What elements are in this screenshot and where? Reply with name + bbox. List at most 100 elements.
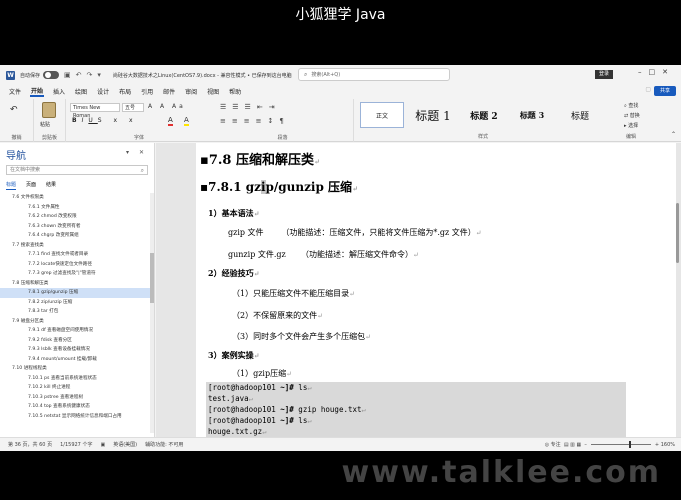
- document-scrollbar[interactable]: [676, 203, 679, 263]
- tab-mailings[interactable]: 邮件: [162, 87, 176, 96]
- view-mode-icons[interactable]: ▤ ▥ ▦: [564, 442, 581, 448]
- tab-file[interactable]: 文件: [8, 87, 22, 96]
- nav-heading-item[interactable]: 7.10.2 kill 终止进程: [0, 383, 150, 393]
- nav-heading-item[interactable]: 7.10.4 top 查看系统健康状态: [0, 402, 150, 412]
- nav-tab-pages[interactable]: 页面: [26, 181, 36, 190]
- nav-heading-item[interactable]: 7.8.3 tar 打包: [0, 307, 150, 317]
- format-buttons[interactable]: BIUS x x: [72, 117, 138, 124]
- nav-heading-item[interactable]: 7.10.1 ps 查看当前系统进程状态: [0, 374, 150, 384]
- nav-heading-item[interactable]: 7.6.3 chown 改变所有者: [0, 222, 150, 232]
- font-grow-shrink-icon[interactable]: A A Aa: [148, 103, 186, 110]
- tab-help[interactable]: 帮助: [228, 87, 242, 96]
- nav-heading-item[interactable]: 7.7.2 locate快速定位文件路径: [0, 260, 150, 270]
- nav-heading-item[interactable]: 7.7.1 find 查找文件或者目录: [0, 250, 150, 260]
- font-size-select[interactable]: 五号: [122, 103, 144, 112]
- tab-layout[interactable]: 布局: [118, 87, 132, 96]
- nav-heading-item[interactable]: 7.6.2 chmod 改变权限: [0, 212, 150, 222]
- tab-draw[interactable]: 绘图: [74, 87, 88, 96]
- nav-heading-item[interactable]: 7.8.2 zip/unzip 压缩: [0, 298, 150, 308]
- proofing-icon[interactable]: ▣: [100, 442, 105, 448]
- nav-scrollbar[interactable]: [150, 193, 154, 433]
- nav-heading-item[interactable]: 7.6.1 文件属性: [0, 203, 150, 213]
- font-name-select[interactable]: Times New Roman: [70, 103, 120, 119]
- nav-heading-item[interactable]: 7.8.1 gzip/gunzip 压缩: [0, 288, 150, 298]
- nav-tab-headings[interactable]: 标题: [6, 181, 17, 190]
- paragraph-mark: ↵: [262, 428, 267, 436]
- zoom-slider[interactable]: [590, 441, 651, 448]
- nav-heading-item[interactable]: 7.9.1 df 查看磁盘空间使用情况: [0, 326, 150, 336]
- navigation-pane: 导航 ▾ ✕ 在文档中搜索 ⌕ 标题 页面 结果 7.6 文件权限类 7.6.1 …: [0, 143, 155, 437]
- nav-heading-item[interactable]: 7.10.5 netstat 显示网络统计信息和端口占用: [0, 412, 150, 422]
- zoom-in-icon[interactable]: +: [655, 442, 659, 448]
- align-buttons[interactable]: ≡≡≡≡↕¶: [220, 117, 290, 125]
- heading-7-8-1[interactable]: ▪7.8.1 gzip/gunzip 压缩↵: [200, 178, 358, 195]
- nav-heading-item[interactable]: 7.7.3 grep 过滤查找及"|"管道符: [0, 269, 150, 279]
- redo-icon[interactable]: ↷: [87, 71, 93, 79]
- nav-heading-item[interactable]: 7.10 进程线程类: [0, 364, 150, 374]
- zoom-level[interactable]: 160%: [661, 442, 675, 448]
- style-heading-1-label: 标题 1: [415, 108, 451, 123]
- comments-icon[interactable]: ▢: [645, 86, 651, 93]
- style-heading-3[interactable]: 标题 3: [510, 102, 554, 128]
- nav-heading-item[interactable]: 7.9.3 lsblk 查看设备挂载情况: [0, 345, 150, 355]
- login-button[interactable]: 登录: [595, 70, 613, 79]
- nav-search-input[interactable]: 在文档中搜索 ⌕: [6, 165, 148, 175]
- video-frame: 小狐狸学 Java W 自动保存 ▣ ↶ ↷ ▾ 尚硅谷大数据技术之Linux(…: [0, 0, 681, 500]
- nav-heading-item[interactable]: 7.6.4 chgrp 改变所属组: [0, 231, 150, 241]
- zoom-out-icon[interactable]: –: [584, 442, 587, 448]
- style-heading-2[interactable]: 标题 2: [462, 102, 506, 128]
- window-controls[interactable]: –□✕: [638, 68, 675, 76]
- tab-references[interactable]: 引用: [140, 87, 154, 96]
- tab-view[interactable]: 视图: [206, 87, 220, 96]
- style-title-label: 标题: [570, 111, 589, 122]
- heading-7-8[interactable]: ▪7.8 压缩和解压类↵: [200, 149, 320, 168]
- nav-heading-item[interactable]: 7.9.4 mount/umount 挂载/卸载: [0, 355, 150, 365]
- paragraph-mark: ↵: [307, 384, 312, 392]
- list-buttons[interactable]: ☰☰☰⇤⇥: [220, 103, 281, 111]
- styles-gallery: 正文 标题 1 标题 2 标题 3 标题: [358, 99, 608, 133]
- video-title: 小狐狸学 Java: [295, 7, 386, 23]
- customize-qat-icon[interactable]: ▾: [97, 71, 101, 79]
- tab-review[interactable]: 审阅: [184, 87, 198, 96]
- highlight-icon[interactable]: A: [184, 117, 189, 126]
- code-symbol: ~]#: [280, 383, 294, 392]
- focus-icon[interactable]: ◎: [545, 442, 549, 448]
- select-label: 选择: [628, 123, 639, 129]
- undo-icon[interactable]: ↶: [76, 71, 82, 79]
- select-button[interactable]: ▸ 选择: [624, 121, 640, 131]
- tab-design[interactable]: 设计: [96, 87, 110, 96]
- status-words[interactable]: 1/15927 个字: [60, 441, 92, 448]
- document-title: 尚硅谷大数据技术之Linux(CentOS7.9).docx - 兼容性模式 •…: [112, 72, 292, 79]
- status-accessibility[interactable]: 辅助功能: 不可用: [145, 441, 183, 448]
- style-heading-1[interactable]: 标题 1: [408, 102, 458, 128]
- share-button[interactable]: 共享: [654, 86, 676, 96]
- search-icon[interactable]: ⌕: [141, 166, 144, 175]
- replace-button[interactable]: ⇄ 替换: [624, 111, 640, 121]
- font-color-icon[interactable]: A: [168, 117, 173, 126]
- collapse-ribbon-icon[interactable]: ⌃: [671, 131, 676, 138]
- style-title[interactable]: 标题: [558, 102, 602, 128]
- search-input[interactable]: ⌕ 搜索(Alt+Q): [298, 68, 450, 81]
- nav-heading-item[interactable]: 7.10.3 pstree 查看进程树: [0, 393, 150, 403]
- nav-tab-results[interactable]: 结果: [46, 181, 56, 190]
- tab-insert[interactable]: 插入: [52, 87, 66, 96]
- code-prompt: [root@hadoop101: [208, 416, 281, 425]
- nav-scroll-thumb[interactable]: [150, 253, 154, 303]
- document-page[interactable]: ▪7.8 压缩和解压类↵ ▪7.8.1 gzip/gunzip 压缩↵ 1）基本…: [196, 143, 676, 437]
- nav-heading-item[interactable]: 7.9 磁盘分区类: [0, 317, 150, 327]
- nav-heading-item[interactable]: 7.7 搜索查找类: [0, 241, 150, 251]
- tip-2-text: （2）不保留原来的文件: [232, 311, 318, 320]
- focus-label[interactable]: 专注: [551, 441, 561, 448]
- style-normal[interactable]: 正文: [360, 102, 404, 128]
- zoom-slider-thumb[interactable]: [628, 441, 631, 448]
- status-page[interactable]: 第 36 页，共 60 页: [8, 441, 52, 448]
- tab-home[interactable]: 开始: [30, 86, 45, 97]
- save-icon[interactable]: ▣: [64, 71, 71, 79]
- find-button[interactable]: ⌕ 查找: [624, 101, 640, 111]
- nav-close-icon[interactable]: ▾ ✕: [126, 149, 148, 156]
- nav-heading-item[interactable]: 7.9.2 fdisk 查看分区: [0, 336, 150, 346]
- autosave-toggle[interactable]: [43, 71, 60, 79]
- status-language[interactable]: 英语(美国): [113, 441, 137, 448]
- nav-heading-item[interactable]: 7.6 文件权限类: [0, 193, 150, 203]
- nav-heading-item[interactable]: 7.8 压缩和解压类: [0, 279, 150, 289]
